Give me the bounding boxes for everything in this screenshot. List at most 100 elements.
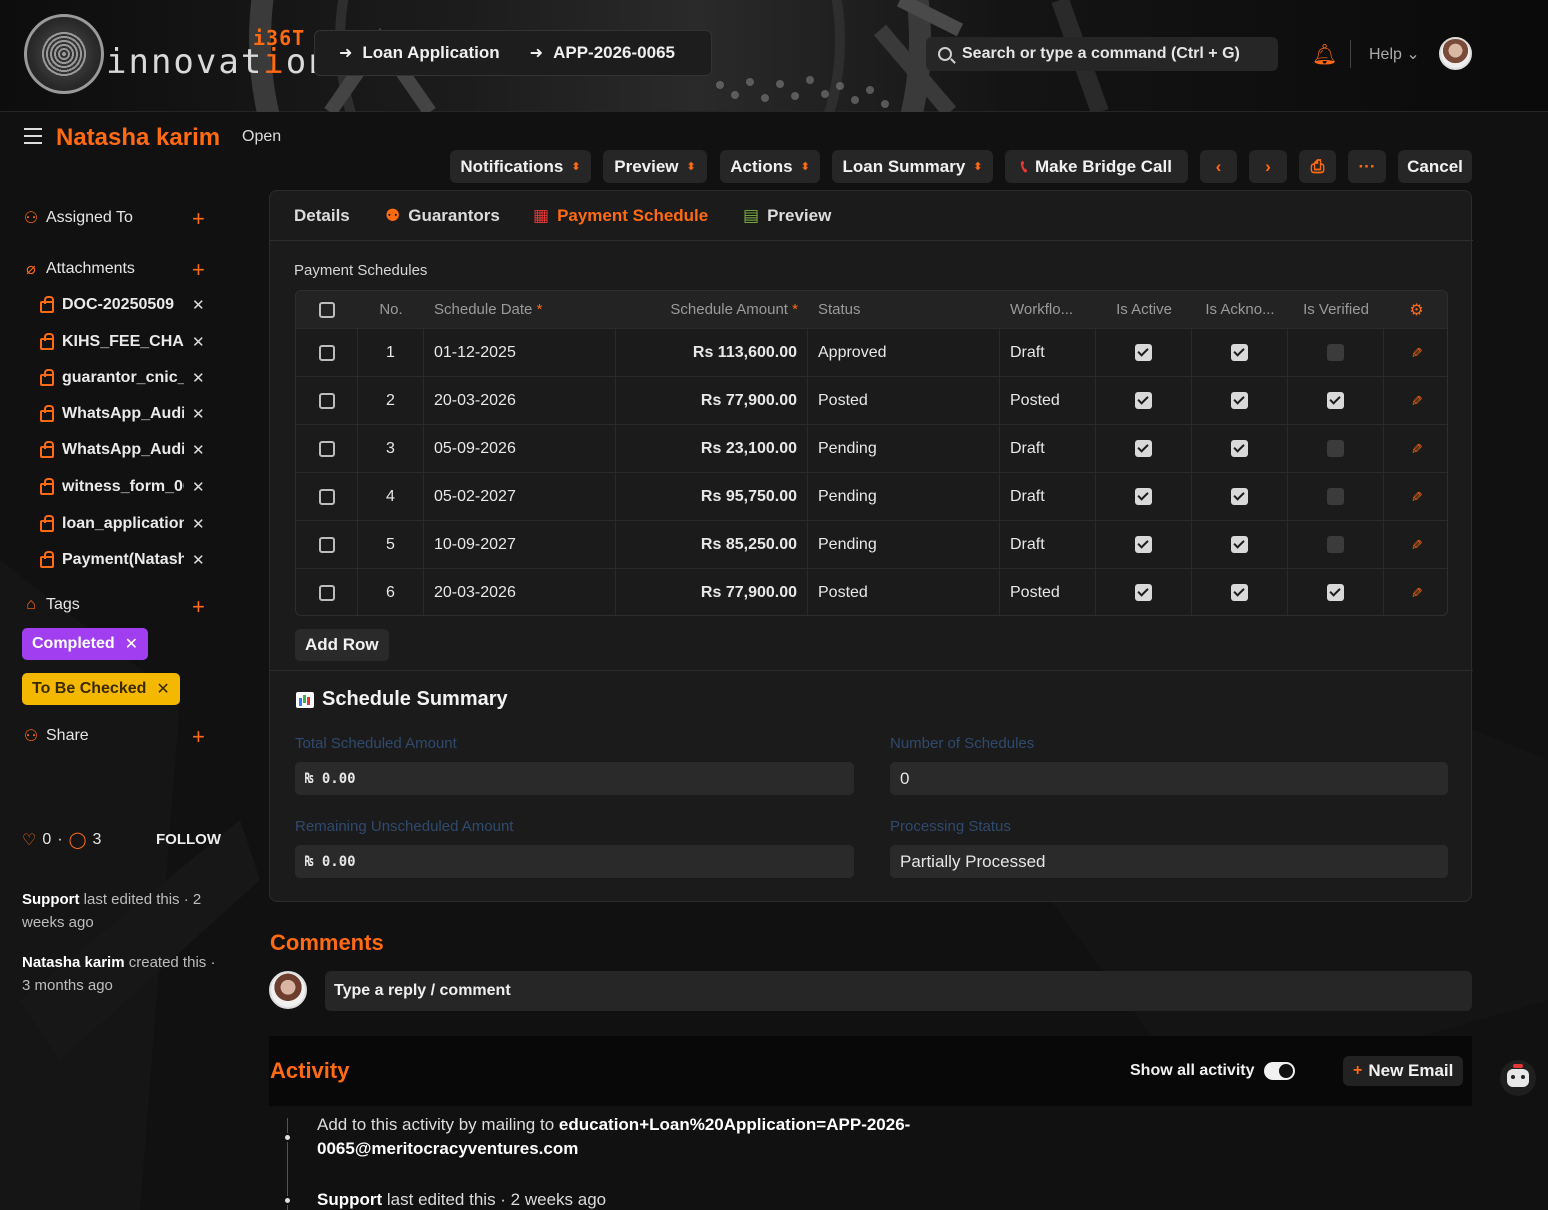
cell-schedule-date[interactable]: 05-09-2026 — [424, 425, 616, 472]
tab-guarantors[interactable]: ⚉ Guarantors — [385, 206, 500, 226]
attachment-item[interactable]: witness_form_06 ✕ — [40, 478, 210, 496]
comment-input[interactable]: Type a reply / comment — [325, 971, 1472, 1011]
cell-schedule-amount[interactable]: Rs 95,750.00 — [616, 473, 808, 520]
help-dropdown[interactable]: Help ⌄ — [1369, 44, 1420, 64]
remove-icon[interactable]: ✕ — [192, 369, 205, 387]
bell-icon[interactable]: 🔔︎ — [1312, 42, 1337, 67]
attachment-item[interactable]: Payment(Natash ✕ — [40, 551, 210, 569]
attachment-item[interactable]: WhatsApp_Audi ✕ — [40, 405, 210, 423]
remove-icon[interactable]: ✕ — [125, 634, 138, 654]
next-button[interactable]: › — [1249, 150, 1287, 183]
cell-schedule-date[interactable]: 05-02-2027 — [424, 473, 616, 520]
cell-status[interactable]: Pending — [808, 521, 1000, 568]
search-input[interactable]: Search or type a command (Ctrl + G) — [926, 37, 1278, 71]
table-row[interactable]: 6 20-03-2026 Rs 77,900.00 Posted Posted ✎ — [296, 569, 1447, 615]
cell-schedule-amount[interactable]: Rs 77,900.00 — [616, 569, 808, 615]
row-checkbox[interactable] — [318, 440, 335, 457]
cell-no[interactable]: 3 — [358, 425, 424, 472]
make-bridge-call-button[interactable]: 📞︎ Make Bridge Call — [1005, 150, 1188, 183]
cell-schedule-amount[interactable]: Rs 77,900.00 — [616, 377, 808, 424]
table-row[interactable]: 3 05-09-2026 Rs 23,100.00 Pending Draft ✎ — [296, 425, 1447, 473]
remove-icon[interactable]: ✕ — [156, 679, 169, 699]
remove-icon[interactable]: ✕ — [192, 296, 205, 314]
attachment-item[interactable]: WhatsApp_Audi ✕ — [40, 441, 210, 459]
cell-schedule-date[interactable]: 20-03-2026 — [424, 569, 616, 615]
previous-button[interactable]: ‹ — [1200, 150, 1237, 183]
cell-no[interactable]: 2 — [358, 377, 424, 424]
tag-completed[interactable]: Completed ✕ — [22, 628, 149, 660]
cell-status[interactable]: Pending — [808, 425, 1000, 472]
tag-to-be-checked[interactable]: To Be Checked ✕ — [22, 673, 180, 705]
tab-preview[interactable]: ▤ Preview — [743, 206, 831, 226]
cell-no[interactable]: 6 — [358, 569, 424, 615]
print-button[interactable]: ⎙ — [1299, 150, 1336, 183]
cell-schedule-amount[interactable]: Rs 23,100.00 — [616, 425, 808, 472]
column-header-no[interactable]: No. — [358, 291, 424, 328]
cell-schedule-date[interactable]: 10-09-2027 — [424, 521, 616, 568]
attachment-item[interactable]: loan_application ✕ — [40, 515, 210, 533]
column-header-status[interactable]: Status — [808, 291, 1000, 328]
add-share-button[interactable]: + — [192, 726, 205, 748]
column-header-workflow[interactable]: Workflo... — [1000, 291, 1096, 328]
cell-schedule-amount[interactable]: Rs 85,250.00 — [616, 521, 808, 568]
cell-no[interactable]: 5 — [358, 521, 424, 568]
editor-name[interactable]: Support — [22, 891, 80, 908]
assistant-bot-button[interactable] — [1500, 1060, 1536, 1096]
table-row[interactable]: 1 01-12-2025 Rs 113,600.00 Approved Draft ✎ — [296, 329, 1447, 377]
breadcrumb-loan-application[interactable]: ➜ Loan Application — [339, 43, 500, 63]
cell-workflow[interactable]: Posted — [1000, 569, 1096, 615]
cell-workflow[interactable]: Draft — [1000, 473, 1096, 520]
total-amount-field[interactable]: ₨ 0.00 — [295, 762, 854, 795]
remove-icon[interactable]: ✕ — [192, 551, 205, 569]
notifications-button[interactable]: Notifications ⬍ — [450, 150, 591, 183]
column-header-amount[interactable]: Schedule Amount * — [616, 291, 808, 328]
remove-icon[interactable]: ✕ — [192, 405, 205, 423]
actions-button[interactable]: Actions ⬍ — [720, 150, 820, 183]
show-all-activity-toggle[interactable] — [1264, 1062, 1295, 1080]
cell-status[interactable]: Posted — [808, 569, 1000, 615]
cancel-button[interactable]: Cancel — [1398, 150, 1472, 183]
activity-user[interactable]: Support — [317, 1190, 382, 1209]
remove-icon[interactable]: ✕ — [192, 333, 205, 351]
cell-workflow[interactable]: Posted — [1000, 377, 1096, 424]
remaining-amount-field[interactable]: ₨ 0.00 — [295, 845, 854, 878]
creator-name[interactable]: Natasha karim — [22, 954, 125, 971]
more-button[interactable]: ··· — [1348, 150, 1386, 183]
loan-summary-button[interactable]: Loan Summary ⬍ — [832, 150, 993, 183]
breadcrumb-app-id[interactable]: ➜ APP-2026-0065 — [530, 43, 675, 63]
row-checkbox[interactable] — [318, 392, 335, 409]
comment-icon[interactable]: ◯ — [69, 830, 87, 850]
column-header-date[interactable]: Schedule Date * — [424, 291, 616, 328]
edit-icon[interactable]: ✎ — [1407, 491, 1424, 503]
add-assignee-button[interactable]: + — [192, 208, 205, 230]
remove-icon[interactable]: ✕ — [192, 478, 205, 496]
cell-workflow[interactable]: Draft — [1000, 425, 1096, 472]
new-email-button[interactable]: + New Email — [1343, 1056, 1464, 1086]
remove-icon[interactable]: ✕ — [192, 515, 205, 533]
cell-workflow[interactable]: Draft — [1000, 329, 1096, 376]
column-header-is-active[interactable]: Is Active — [1096, 291, 1192, 328]
cell-schedule-amount[interactable]: Rs 113,600.00 — [616, 329, 808, 376]
menu-icon[interactable] — [24, 128, 42, 144]
edit-icon[interactable]: ✎ — [1407, 443, 1424, 455]
edit-icon[interactable]: ✎ — [1407, 539, 1424, 551]
row-checkbox[interactable] — [318, 488, 335, 505]
column-header-is-ack[interactable]: Is Ackno... — [1192, 291, 1288, 328]
heart-icon[interactable]: ♡ — [22, 830, 36, 850]
add-tag-button[interactable]: + — [192, 596, 205, 618]
schedule-count-field[interactable]: 0 — [890, 762, 1448, 795]
cell-workflow[interactable]: Draft — [1000, 521, 1096, 568]
cell-no[interactable]: 4 — [358, 473, 424, 520]
cell-status[interactable]: Pending — [808, 473, 1000, 520]
edit-icon[interactable]: ✎ — [1407, 395, 1424, 407]
row-checkbox[interactable] — [318, 344, 335, 361]
row-checkbox[interactable] — [318, 584, 335, 601]
user-avatar[interactable] — [1439, 37, 1472, 70]
processing-status-field[interactable]: Partially Processed — [890, 845, 1448, 878]
column-header-is-verified[interactable]: Is Verified — [1288, 291, 1384, 328]
add-row-button[interactable]: Add Row — [295, 629, 389, 661]
cell-schedule-date[interactable]: 01-12-2025 — [424, 329, 616, 376]
attachment-item[interactable]: KIHS_FEE_CHAL ✕ — [40, 333, 210, 351]
tab-payment-schedule[interactable]: ▦ Payment Schedule — [533, 206, 708, 226]
logo-seal[interactable] — [24, 14, 104, 94]
